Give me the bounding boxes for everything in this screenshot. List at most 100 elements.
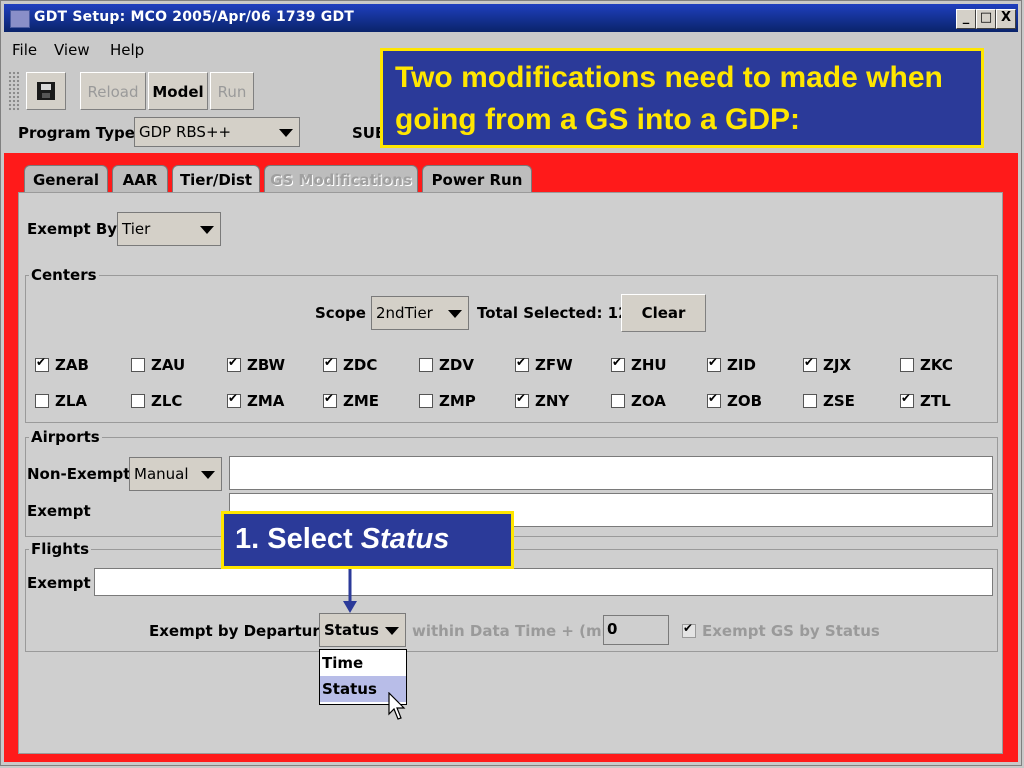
minimize-button[interactable]: _ — [956, 9, 976, 29]
center-checkbox-zab[interactable]: ZAB — [35, 355, 89, 374]
airports-exempt-label: Exempt — [27, 502, 91, 520]
program-type-select[interactable]: GDP RBS++ — [134, 117, 300, 147]
center-checkbox-zkc[interactable]: ZKC — [900, 356, 953, 374]
non-exempt-mode-select[interactable]: Manual — [129, 457, 222, 491]
center-code-label: ZMP — [439, 392, 476, 410]
menu-view[interactable]: View — [54, 41, 90, 59]
center-code-label: ZBW — [247, 356, 286, 374]
toolbar-grip[interactable] — [8, 71, 20, 111]
exempt-by-label: Exempt By — [27, 220, 118, 238]
tab-gs-modifications[interactable]: GS Modifications — [264, 165, 418, 193]
exempt-by-select[interactable]: Tier — [117, 212, 221, 246]
center-checkbox-zse[interactable]: ZSE — [803, 392, 855, 410]
tab-tier-dist[interactable]: Tier/Dist — [172, 165, 260, 194]
chevron-down-icon — [448, 310, 462, 318]
center-code-label: ZSE — [823, 392, 855, 410]
centers-title: Centers — [29, 266, 99, 284]
center-checkbox-zma[interactable]: ZMA — [227, 391, 284, 410]
checkbox-box — [803, 394, 817, 408]
run-button[interactable]: Run — [210, 72, 254, 110]
exempt-gs-by-status-checkbox[interactable]: Exempt GS by Status — [682, 621, 880, 640]
save-button[interactable] — [26, 72, 66, 110]
center-code-label: ZME — [343, 392, 380, 410]
tab-aar[interactable]: AAR — [112, 165, 168, 193]
tab-general[interactable]: General — [24, 165, 108, 193]
checkbox-box — [419, 394, 433, 408]
checkbox-box — [227, 355, 241, 372]
dropdown-option-time[interactable]: Time — [320, 650, 406, 676]
center-code-label: ZLC — [151, 392, 183, 410]
center-checkbox-zbw[interactable]: ZBW — [227, 355, 286, 374]
exempt-by-departure-label: Exempt by Departure — [149, 622, 330, 640]
scope-select[interactable]: 2ndTier — [371, 296, 469, 330]
checkbox-box — [227, 391, 241, 408]
callout-step1: 1. Select Status — [221, 511, 514, 569]
center-code-label: ZDV — [439, 356, 474, 374]
center-code-label: ZDC — [343, 356, 378, 374]
departure-select[interactable]: Status — [319, 613, 406, 647]
clear-button[interactable]: Clear — [621, 294, 706, 332]
chevron-down-icon — [279, 129, 293, 137]
checkbox-box — [611, 394, 625, 408]
center-checkbox-zny[interactable]: ZNY — [515, 391, 570, 410]
checkbox-box — [515, 391, 529, 408]
center-checkbox-zme[interactable]: ZME — [323, 391, 380, 410]
center-checkbox-zlc[interactable]: ZLC — [131, 392, 182, 410]
center-checkbox-ztl[interactable]: ZTL — [900, 391, 951, 410]
chevron-down-icon — [200, 226, 214, 234]
mouse-cursor-icon — [388, 692, 406, 720]
save-icon — [37, 82, 55, 100]
center-code-label: ZFW — [535, 356, 573, 374]
center-code-label: ZHU — [631, 356, 667, 374]
callout-top: Two modifications need to made when goin… — [380, 48, 984, 148]
exempt-gs-by-status-label: Exempt GS by Status — [702, 622, 880, 640]
non-exempt-mode-value: Manual — [134, 465, 189, 483]
non-exempt-label: Non-Exempt — [27, 465, 131, 483]
checkbox-box — [131, 394, 145, 408]
exempt-flights-field[interactable] — [94, 568, 993, 596]
scope-value: 2ndTier — [376, 304, 433, 322]
total-selected: Total Selected: 12 — [477, 304, 629, 322]
center-checkbox-zoa[interactable]: ZOA — [611, 392, 666, 410]
center-code-label: ZNY — [535, 392, 570, 410]
center-checkbox-zfw[interactable]: ZFW — [515, 355, 573, 374]
model-button[interactable]: Model — [148, 72, 208, 110]
callout-step1-text: 1. Select — [235, 523, 361, 555]
checkbox-box — [515, 355, 529, 372]
chevron-down-icon — [201, 471, 215, 479]
center-code-label: ZAU — [151, 356, 186, 374]
tab-power-run[interactable]: Power Run — [422, 165, 532, 193]
maximize-button[interactable]: □ — [976, 9, 996, 29]
center-code-label: ZID — [727, 356, 756, 374]
center-checkbox-zob[interactable]: ZOB — [707, 391, 762, 410]
non-exempt-airports-field[interactable] — [229, 456, 993, 490]
chevron-down-icon — [385, 627, 399, 635]
center-checkbox-zmp[interactable]: ZMP — [419, 392, 476, 410]
center-code-label: ZOA — [631, 392, 666, 410]
reload-button[interactable]: Reload — [80, 72, 146, 110]
checkbox-box — [707, 391, 721, 408]
center-checkbox-zhu[interactable]: ZHU — [611, 355, 667, 374]
center-checkbox-zjx[interactable]: ZJX — [803, 355, 851, 374]
close-button[interactable]: X — [996, 9, 1016, 29]
center-checkbox-zla[interactable]: ZLA — [35, 392, 87, 410]
center-checkbox-zdc[interactable]: ZDC — [323, 355, 378, 374]
center-checkbox-zau[interactable]: ZAU — [131, 356, 185, 374]
exempt-by-value: Tier — [122, 220, 151, 238]
checkbox-box — [323, 355, 337, 372]
scope-label: Scope — [315, 304, 366, 322]
center-checkbox-zid[interactable]: ZID — [707, 355, 756, 374]
menu-file[interactable]: File — [12, 41, 37, 59]
app-icon — [10, 10, 30, 28]
checkbox-box — [323, 391, 337, 408]
flights-exempt-label: Exempt — [27, 574, 91, 592]
menu-help[interactable]: Help — [110, 41, 144, 59]
checkbox-box — [35, 355, 49, 372]
within-data-time-field[interactable]: 0 — [603, 615, 669, 645]
center-checkbox-zdv[interactable]: ZDV — [419, 356, 474, 374]
title-bar[interactable]: GDT Setup: MCO 2005/Apr/06 1739 GDT _ □ … — [4, 4, 1018, 32]
checkbox-box — [900, 391, 914, 408]
departure-value: Status — [324, 621, 379, 639]
checkbox-box — [419, 358, 433, 372]
arrow-down-icon — [343, 569, 357, 613]
